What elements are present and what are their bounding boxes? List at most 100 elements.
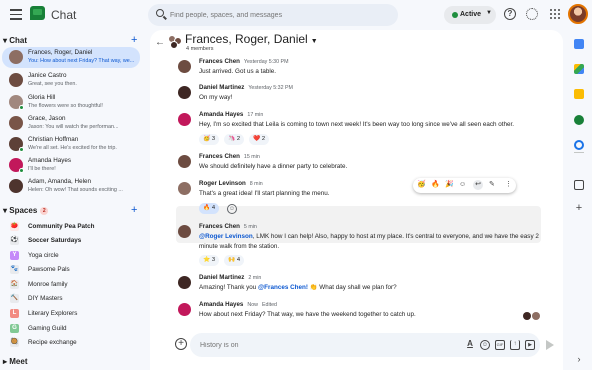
spaces-section-header[interactable]: ▾ Spaces 2 + [3, 204, 137, 216]
avatar [532, 312, 540, 320]
text-format-icon[interactable]: A [465, 340, 475, 350]
avatar [178, 86, 191, 99]
space-item[interactable]: L Literary Explorers [2, 307, 140, 321]
add-icon[interactable]: + [574, 203, 584, 214]
chat-item[interactable]: Frances, Roger, Daniel You: How about ne… [2, 47, 140, 68]
chat-item-name: Frances, Roger, Daniel [28, 49, 93, 56]
space-item[interactable]: ⚽ Soccer Saturdays [2, 234, 140, 248]
group-avatar [168, 35, 182, 49]
message-header: Frances Chen 5 min [199, 223, 257, 230]
apps-grid-icon[interactable] [550, 9, 560, 19]
meet-video-icon[interactable]: ▶ [525, 340, 535, 350]
chat-item[interactable]: Grace, Jason Jason: You will watch the p… [2, 113, 140, 134]
message-input[interactable] [200, 338, 450, 352]
avatar [9, 50, 23, 64]
calendar-icon[interactable] [574, 39, 584, 49]
more-options-icon[interactable]: ⋮ [505, 180, 512, 190]
party-emoji-reaction-icon[interactable]: 🥳 [417, 180, 426, 190]
message-time: 8 min [249, 181, 263, 187]
reaction-chip[interactable]: ❤️ 2 [249, 134, 270, 145]
message-text: @Roger Levinson, LMK how I can help! Als… [199, 232, 539, 242]
user-mention[interactable]: @Frances Chen! [258, 284, 308, 291]
avatar [9, 73, 23, 87]
conversation-title[interactable]: Frances, Roger, Daniel ▼ [185, 32, 318, 46]
space-item-name: Yoga circle [28, 252, 59, 259]
space-item-name: DIY Masters [28, 295, 63, 302]
space-item[interactable]: 🏠 Monroe family [2, 278, 140, 292]
chat-item-name: Gloria Hill [28, 94, 56, 101]
main-menu-icon[interactable] [10, 9, 22, 20]
message-composer[interactable]: A ☺ GIF ↑ ▶ [190, 333, 540, 357]
message-header: Daniel Martinez Yesterday 5:32 PM [199, 84, 293, 91]
keep-icon[interactable] [574, 89, 584, 99]
send-icon[interactable] [546, 340, 554, 350]
online-indicator-icon [19, 168, 24, 173]
message-time: 5 min [243, 224, 257, 230]
search-bar[interactable] [148, 4, 398, 26]
message-text-part: Amazing! Thank you [199, 284, 259, 291]
conversation-panel: ← Frances, Roger, Daniel ▼ 4 members Fran… [150, 30, 563, 370]
add-attachment-icon[interactable]: + [175, 338, 187, 350]
emoji-icon[interactable]: ☺ [480, 340, 490, 350]
message-header: Frances Chen 15 min [199, 153, 260, 160]
space-item[interactable]: 🔨 DIY Masters [2, 292, 140, 306]
chat-item-preview: You: How about next Friday? That way, we… [28, 58, 135, 64]
avatar [178, 113, 191, 126]
letter-y-icon: Y [10, 251, 19, 260]
status-selector[interactable]: Active ▼ [444, 6, 496, 24]
help-icon[interactable]: ? [504, 8, 516, 20]
new-chat-icon[interactable]: + [131, 34, 137, 46]
chat-item-name: Janice Castro [28, 72, 67, 79]
message-text: That's a great idea! I'll start planning… [199, 190, 330, 197]
chat-item[interactable]: Janice Castro Great, see you then. [2, 70, 140, 91]
reaction-chip[interactable]: 🥳 3 [199, 134, 220, 145]
back-arrow-icon[interactable]: ← [155, 37, 165, 48]
message-text: minute walk from the station. [199, 243, 280, 250]
add-reaction-icon[interactable]: ☺ [459, 180, 466, 190]
tomato-icon: 🍅 [10, 222, 19, 231]
space-item[interactable]: 🍅 Community Pea Patch [2, 220, 140, 234]
add-reaction-icon[interactable]: ☺ [227, 204, 237, 214]
upload-icon[interactable]: ↑ [510, 340, 520, 350]
space-item[interactable]: 🥘 Recipe exchange [2, 336, 140, 350]
message-text: Just arrived. Got us a table. [199, 68, 276, 75]
chat-item-preview: Great, see you then. [28, 81, 77, 87]
new-space-icon[interactable]: + [131, 204, 137, 216]
drive-icon[interactable] [574, 64, 584, 74]
reaction-chip[interactable]: 🙌 4 [224, 255, 245, 266]
gif-icon[interactable]: GIF [495, 340, 505, 350]
chat-item[interactable]: Christian Hoffman We're all set. He's ex… [2, 134, 140, 155]
chat-item[interactable]: Adam, Amanda, Helen Helen: Oh wow! That … [2, 176, 140, 197]
space-item[interactable]: Y Yoga circle [2, 249, 140, 263]
reaction-chip[interactable]: 🦄 2 [224, 134, 245, 145]
search-input[interactable] [170, 7, 390, 23]
letter-l-icon: L [10, 309, 19, 318]
gear-icon[interactable] [526, 8, 538, 20]
space-item[interactable]: G Gaming Guild [2, 322, 140, 336]
tasks-icon[interactable] [574, 140, 584, 150]
chevron-right-icon[interactable]: › [574, 354, 584, 364]
puzzle-piece-icon[interactable] [574, 180, 584, 190]
avatar [9, 116, 23, 130]
message-author: Frances Chen [199, 58, 240, 65]
meet-section-header[interactable]: ▸ Meet [3, 357, 27, 366]
read-receipts [523, 312, 543, 321]
chat-item-name: Grace, Jason [28, 115, 66, 122]
soccer-ball-icon: ⚽ [10, 236, 19, 245]
chat-item[interactable]: Gloria Hill The flowers were so thoughtf… [2, 92, 140, 113]
status-label: Active [460, 11, 482, 18]
phone-icon[interactable] [574, 115, 584, 125]
user-mention[interactable]: @Roger Levinson [199, 233, 253, 240]
chat-section-header[interactable]: ▾ Chat + [3, 34, 137, 46]
reply-icon[interactable]: ↩ [473, 180, 483, 190]
message-author: Roger Levinson [199, 180, 246, 187]
chat-item[interactable]: Amanda Hayes I'll be there! [2, 155, 140, 176]
reaction-chip[interactable]: ⭐ 3 [199, 255, 220, 266]
fire-emoji-reaction-icon[interactable]: 🔥 [431, 180, 440, 190]
tada-emoji-reaction-icon[interactable]: 🎉 [445, 180, 454, 190]
space-item[interactable]: 🐾 Pawsome Pals [2, 263, 140, 277]
account-avatar[interactable] [568, 4, 588, 24]
edit-pencil-icon[interactable]: ✎ [489, 180, 495, 190]
reaction-chip[interactable]: 🔥 4 [199, 203, 220, 214]
avatar [9, 179, 23, 193]
